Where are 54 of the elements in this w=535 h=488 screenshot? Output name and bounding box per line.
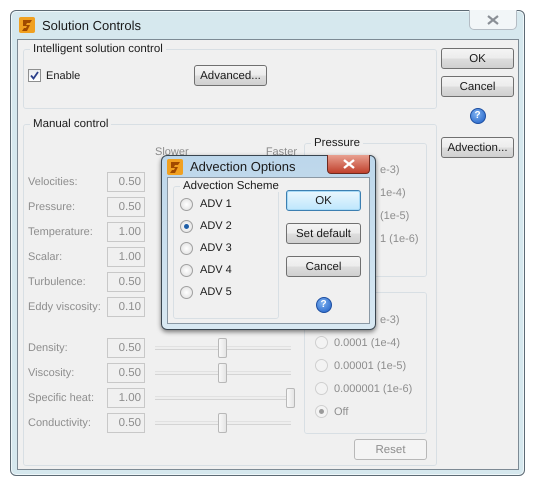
radio-button[interactable] <box>180 286 193 298</box>
radio-button[interactable] <box>180 264 193 276</box>
group-title: Manual control <box>32 118 110 130</box>
option-label: e-3) <box>380 164 400 176</box>
radio-label: ADV 1 <box>200 198 232 210</box>
field-label: Density: <box>28 342 69 354</box>
check-icon <box>30 71 39 80</box>
group-title: Advection Scheme <box>182 180 280 192</box>
field-label: Conductivity: <box>28 416 92 428</box>
cancel-button[interactable]: Cancel <box>286 256 361 277</box>
field-label: Velocities: <box>28 176 79 188</box>
window-title: Advection Options <box>190 159 296 174</box>
radio-label: 0.00001 (1e-5) <box>334 360 406 372</box>
radio-label: 0.0001 (1e-4) <box>334 336 400 348</box>
option-label: 1e-4) <box>380 186 406 198</box>
option-label: e-3) <box>380 314 400 326</box>
set-default-button[interactable]: Set default <box>286 223 361 244</box>
option-label: 1 (1e-6) <box>380 232 419 244</box>
radio-label: 0.000001 (1e-6) <box>334 382 412 394</box>
scale-label: Faster <box>266 146 297 160</box>
advection-button[interactable]: Advection... <box>441 137 514 158</box>
field-label: Viscosity: <box>28 366 76 378</box>
radio-label: ADV 4 <box>200 264 232 276</box>
group-title: Intelligent solution control <box>32 43 164 55</box>
close-icon <box>487 14 499 24</box>
help-icon[interactable]: ? <box>316 297 332 313</box>
advanced-button[interactable]: Advanced... <box>194 65 267 86</box>
radio-button[interactable] <box>180 198 193 210</box>
field-label: Specific heat: <box>28 392 96 404</box>
cancel-button[interactable]: Cancel <box>441 76 514 97</box>
close-button[interactable] <box>327 155 370 174</box>
radio-label: ADV 3 <box>200 242 232 254</box>
field-label: Scalar: <box>28 250 64 262</box>
close-icon <box>342 159 354 169</box>
field-label: Pressure: <box>28 200 76 212</box>
radio-label: ADV 5 <box>200 286 232 298</box>
radio-label: ADV 2 <box>200 220 232 232</box>
option-label: (1e-5) <box>380 210 410 222</box>
field-label: Turbulence: <box>28 276 87 288</box>
ok-button[interactable]: OK <box>441 48 514 69</box>
radio-button[interactable] <box>180 220 193 232</box>
radio-button[interactable] <box>180 242 193 254</box>
checkbox-label: Enable <box>46 70 80 82</box>
radio-label: Off <box>334 406 348 418</box>
help-icon[interactable]: ? <box>470 108 486 124</box>
window-title: Solution Controls <box>42 18 141 32</box>
field-label: Eddy viscosity: <box>28 300 102 312</box>
ok-button[interactable]: OK <box>286 190 361 211</box>
group-title: Pressure <box>313 137 362 149</box>
app-icon <box>167 158 183 174</box>
app-icon <box>19 17 35 33</box>
checkbox[interactable] <box>28 69 41 82</box>
scale-label: Slower <box>155 146 189 160</box>
field-label: Temperature: <box>28 226 94 238</box>
